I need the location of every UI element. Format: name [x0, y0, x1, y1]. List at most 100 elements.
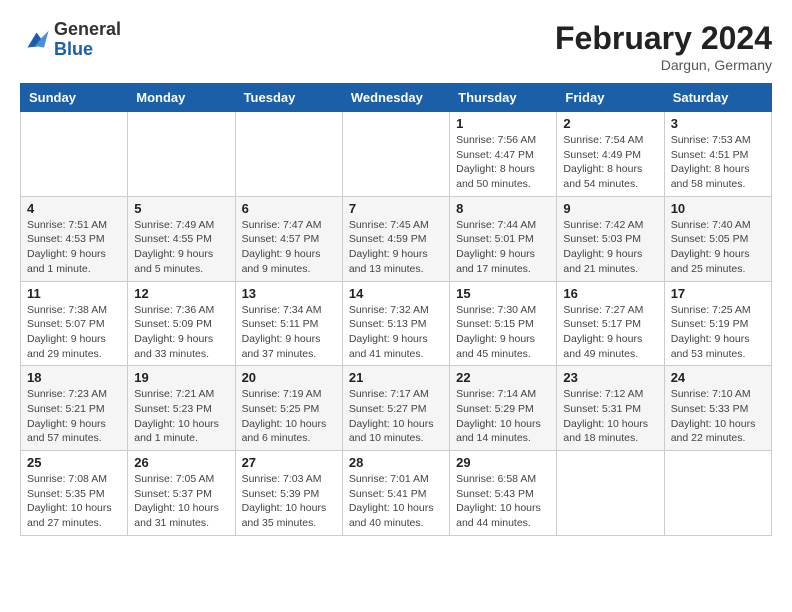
- day-info: Sunrise: 6:58 AM Sunset: 5:43 PM Dayligh…: [456, 472, 550, 531]
- day-number: 10: [671, 201, 765, 216]
- day-number: 11: [27, 286, 121, 301]
- calendar-day-13: 13 Sunrise: 7:34 AM Sunset: 5:11 PM Dayli…: [235, 281, 342, 366]
- calendar-empty-cell: [557, 451, 664, 536]
- calendar-week-row: 1 Sunrise: 7:56 AM Sunset: 4:47 PM Daylig…: [21, 112, 772, 197]
- day-number: 2: [563, 116, 657, 131]
- weekday-header-tuesday: Tuesday: [235, 84, 342, 112]
- calendar-week-row: 18Sunrise: 7:23 AM Sunset: 5:21 PM Dayli…: [21, 366, 772, 451]
- logo-blue: Blue: [54, 40, 121, 60]
- calendar-day-9: 9 Sunrise: 7:42 AM Sunset: 5:03 PM Daylig…: [557, 196, 664, 281]
- day-number: 25: [27, 455, 121, 470]
- day-info: Sunrise: 7:56 AM Sunset: 4:47 PM Dayligh…: [456, 133, 550, 192]
- calendar-day-10: 10 Sunrise: 7:40 AM Sunset: 5:05 PM Dayli…: [664, 196, 771, 281]
- calendar-empty-cell: [128, 112, 235, 197]
- day-info: Sunrise: 7:34 AM Sunset: 5:11 PM Dayligh…: [242, 303, 336, 362]
- day-number: 3: [671, 116, 765, 131]
- day-number: 22: [456, 370, 550, 385]
- day-info: Sunrise: 7:30 AM Sunset: 5:15 PM Dayligh…: [456, 303, 550, 362]
- calendar-day-27: 27 Sunrise: 7:03 AM Sunset: 5:39 PM Dayli…: [235, 451, 342, 536]
- day-info: Sunrise: 7:51 AM Sunset: 4:53 PM Dayligh…: [27, 218, 121, 277]
- day-info: Sunrise: 7:08 AM Sunset: 5:35 PM Dayligh…: [27, 472, 121, 531]
- day-info: Sunrise: 7:49 AM Sunset: 4:55 PM Dayligh…: [134, 218, 228, 277]
- day-info: Sunrise: 7:40 AM Sunset: 5:05 PM Dayligh…: [671, 218, 765, 277]
- day-info: Sunrise: 7:53 AM Sunset: 4:51 PM Dayligh…: [671, 133, 765, 192]
- day-number: 5: [134, 201, 228, 216]
- calendar-day-26: 26Sunrise: 7:05 AM Sunset: 5:37 PM Dayli…: [128, 451, 235, 536]
- calendar-day-6: 6 Sunrise: 7:47 AM Sunset: 4:57 PM Daylig…: [235, 196, 342, 281]
- calendar-day-17: 17 Sunrise: 7:25 AM Sunset: 5:19 PM Dayli…: [664, 281, 771, 366]
- calendar-day-23: 23Sunrise: 7:12 AM Sunset: 5:31 PM Dayli…: [557, 366, 664, 451]
- day-info: Sunrise: 7:45 AM Sunset: 4:59 PM Dayligh…: [349, 218, 443, 277]
- weekday-header-monday: Monday: [128, 84, 235, 112]
- day-number: 1: [456, 116, 550, 131]
- calendar-day-21: 21 Sunrise: 7:17 AM Sunset: 5:27 PM Dayli…: [342, 366, 449, 451]
- day-number: 24: [671, 370, 765, 385]
- calendar-day-24: 24Sunrise: 7:10 AM Sunset: 5:33 PM Dayli…: [664, 366, 771, 451]
- calendar-day-4: 4 Sunrise: 7:51 AM Sunset: 4:53 PM Daylig…: [21, 196, 128, 281]
- weekday-header-sunday: Sunday: [21, 84, 128, 112]
- day-info: Sunrise: 7:12 AM Sunset: 5:31 PM Dayligh…: [563, 387, 657, 446]
- page-header: General Blue February 2024 Dargun, Germa…: [20, 20, 772, 73]
- day-info: Sunrise: 7:38 AM Sunset: 5:07 PM Dayligh…: [27, 303, 121, 362]
- calendar-day-3: 3 Sunrise: 7:53 AM Sunset: 4:51 PM Daylig…: [664, 112, 771, 197]
- day-info: Sunrise: 7:03 AM Sunset: 5:39 PM Dayligh…: [242, 472, 336, 531]
- calendar-day-16: 16 Sunrise: 7:27 AM Sunset: 5:17 PM Dayli…: [557, 281, 664, 366]
- day-number: 4: [27, 201, 121, 216]
- day-info: Sunrise: 7:47 AM Sunset: 4:57 PM Dayligh…: [242, 218, 336, 277]
- day-info: Sunrise: 7:01 AM Sunset: 5:41 PM Dayligh…: [349, 472, 443, 531]
- day-info: Sunrise: 7:05 AM Sunset: 5:37 PM Dayligh…: [134, 472, 228, 531]
- calendar-day-20: 20Sunrise: 7:19 AM Sunset: 5:25 PM Dayli…: [235, 366, 342, 451]
- calendar-table: SundayMondayTuesdayWednesdayThursdayFrid…: [20, 83, 772, 536]
- day-info: Sunrise: 7:44 AM Sunset: 5:01 PM Dayligh…: [456, 218, 550, 277]
- calendar-day-29: 29 Sunrise: 6:58 AM Sunset: 5:43 PM Dayli…: [450, 451, 557, 536]
- calendar-header-row: SundayMondayTuesdayWednesdayThursdayFrid…: [21, 84, 772, 112]
- calendar-day-11: 11 Sunrise: 7:38 AM Sunset: 5:07 PM Dayli…: [21, 281, 128, 366]
- day-info: Sunrise: 7:25 AM Sunset: 5:19 PM Dayligh…: [671, 303, 765, 362]
- calendar-empty-cell: [342, 112, 449, 197]
- day-info: Sunrise: 7:17 AM Sunset: 5:27 PM Dayligh…: [349, 387, 443, 446]
- day-info: Sunrise: 7:19 AM Sunset: 5:25 PM Dayligh…: [242, 387, 336, 446]
- calendar-day-5: 5 Sunrise: 7:49 AM Sunset: 4:55 PM Daylig…: [128, 196, 235, 281]
- day-number: 13: [242, 286, 336, 301]
- day-number: 8: [456, 201, 550, 216]
- calendar-day-18: 18Sunrise: 7:23 AM Sunset: 5:21 PM Dayli…: [21, 366, 128, 451]
- day-number: 21: [349, 370, 443, 385]
- day-number: 14: [349, 286, 443, 301]
- calendar-day-2: 2 Sunrise: 7:54 AM Sunset: 4:49 PM Daylig…: [557, 112, 664, 197]
- day-number: 19: [134, 370, 228, 385]
- calendar-day-8: 8 Sunrise: 7:44 AM Sunset: 5:01 PM Daylig…: [450, 196, 557, 281]
- day-info: Sunrise: 7:54 AM Sunset: 4:49 PM Dayligh…: [563, 133, 657, 192]
- day-info: Sunrise: 7:27 AM Sunset: 5:17 PM Dayligh…: [563, 303, 657, 362]
- calendar-day-7: 7 Sunrise: 7:45 AM Sunset: 4:59 PM Daylig…: [342, 196, 449, 281]
- day-info: Sunrise: 7:14 AM Sunset: 5:29 PM Dayligh…: [456, 387, 550, 446]
- day-info: Sunrise: 7:42 AM Sunset: 5:03 PM Dayligh…: [563, 218, 657, 277]
- calendar-empty-cell: [235, 112, 342, 197]
- month-title: February 2024: [555, 20, 772, 57]
- weekday-header-saturday: Saturday: [664, 84, 771, 112]
- day-info: Sunrise: 7:32 AM Sunset: 5:13 PM Dayligh…: [349, 303, 443, 362]
- day-number: 7: [349, 201, 443, 216]
- weekday-header-friday: Friday: [557, 84, 664, 112]
- day-number: 9: [563, 201, 657, 216]
- day-info: Sunrise: 7:36 AM Sunset: 5:09 PM Dayligh…: [134, 303, 228, 362]
- day-number: 16: [563, 286, 657, 301]
- calendar-empty-cell: [21, 112, 128, 197]
- logo-icon: [20, 25, 50, 55]
- calendar-empty-cell: [664, 451, 771, 536]
- calendar-day-15: 15 Sunrise: 7:30 AM Sunset: 5:15 PM Dayli…: [450, 281, 557, 366]
- day-info: Sunrise: 7:21 AM Sunset: 5:23 PM Dayligh…: [134, 387, 228, 446]
- day-number: 12: [134, 286, 228, 301]
- day-number: 27: [242, 455, 336, 470]
- location: Dargun, Germany: [555, 57, 772, 73]
- day-number: 15: [456, 286, 550, 301]
- weekday-header-thursday: Thursday: [450, 84, 557, 112]
- day-number: 6: [242, 201, 336, 216]
- title-section: February 2024 Dargun, Germany: [555, 20, 772, 73]
- calendar-week-row: 4 Sunrise: 7:51 AM Sunset: 4:53 PM Daylig…: [21, 196, 772, 281]
- day-number: 29: [456, 455, 550, 470]
- calendar-week-row: 11 Sunrise: 7:38 AM Sunset: 5:07 PM Dayli…: [21, 281, 772, 366]
- day-number: 17: [671, 286, 765, 301]
- calendar-week-row: 25 Sunrise: 7:08 AM Sunset: 5:35 PM Dayli…: [21, 451, 772, 536]
- calendar-day-12: 12 Sunrise: 7:36 AM Sunset: 5:09 PM Dayli…: [128, 281, 235, 366]
- calendar-day-28: 28Sunrise: 7:01 AM Sunset: 5:41 PM Dayli…: [342, 451, 449, 536]
